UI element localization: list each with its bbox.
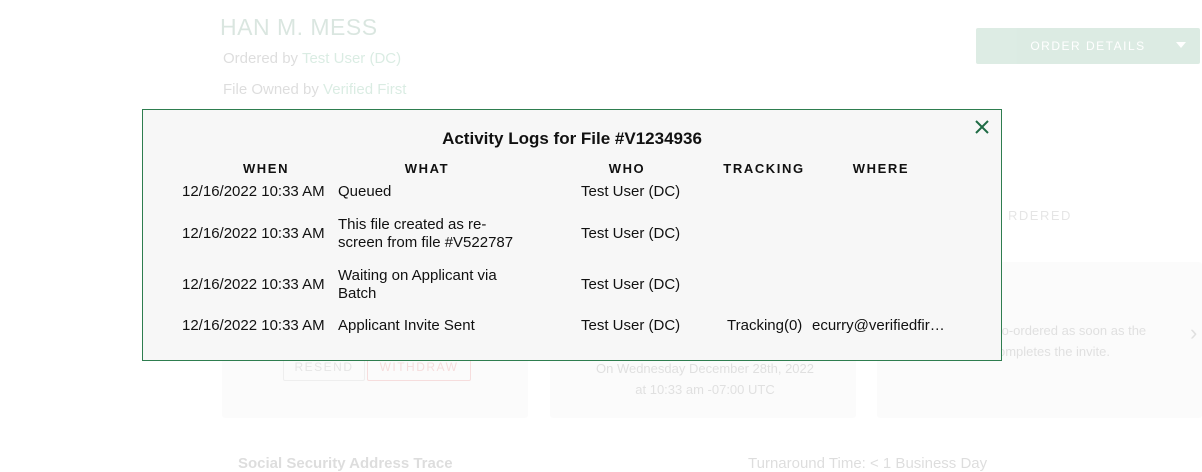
modal-title: Activity Logs for File #V1234936 [442, 129, 702, 148]
column-header-tracking: TRACKING [723, 161, 805, 176]
activity-logs-modal: Activity Logs for File #V1234936 WHEN WH… [142, 109, 1002, 361]
row-what-line-2: Batch [338, 285, 377, 302]
row-when: 12/16/2022 10:33 AM [182, 317, 325, 334]
ordered-by-label: Ordered by [223, 50, 299, 67]
row-where: ecurry@verifiedfir… [812, 317, 945, 334]
column-header-when: WHEN [242, 161, 290, 176]
ordered-by-link[interactable]: Test User (DC) [302, 50, 401, 67]
info-line-1: to-ordered as soon as the [998, 323, 1147, 338]
chevron-right-icon[interactable]: › [1190, 320, 1197, 346]
row-when: 12/16/2022 10:33 AM [182, 276, 325, 293]
caret-down-icon [1176, 42, 1186, 48]
info-text: to-ordered as soon as the ompletes the i… [998, 320, 1198, 362]
row-who: Test User (DC) [581, 317, 681, 334]
schedule-line-1: On Wednesday December 28th, 2022 [595, 361, 814, 376]
row-what-line-1: This file created as re- [338, 216, 487, 233]
row-when: 12/16/2022 10:33 AM [182, 183, 325, 200]
column-header-who: WHO [608, 161, 646, 176]
file-owned-label: File Owned by [223, 81, 319, 98]
info-line-2: ompletes the invite. [998, 344, 1111, 359]
ordered-status-label: RDERED [1008, 208, 1072, 223]
row-what-line-2: screen from file #V522787 [338, 234, 514, 251]
row-what: Queued [338, 183, 392, 200]
applicant-name: HAN M. MESS [220, 14, 378, 40]
row-who: Test User (DC) [581, 183, 681, 200]
row-what: Applicant Invite Sent [338, 317, 475, 334]
ordered-by-line: Ordered by Test User (DC) [223, 50, 401, 67]
schedule-line-2: at 10:33 am -07:00 UTC [635, 382, 775, 397]
order-details-button[interactable]: ORDER DETAILS [976, 28, 1200, 64]
turnaround-time: Turnaround Time: < 1 Business Day [748, 455, 988, 472]
row-when: 12/16/2022 10:33 AM [182, 225, 325, 242]
column-header-where: WHERE [852, 161, 910, 176]
row-who: Test User (DC) [581, 225, 681, 242]
row-what-line-1: Waiting on Applicant via [338, 267, 497, 284]
product-name: Social Security Address Trace [238, 455, 453, 472]
order-details-label: ORDER DETAILS [1030, 39, 1146, 53]
row-tracking-link[interactable]: Tracking(0) [727, 317, 802, 335]
file-owned-line: File Owned by Verified First [223, 81, 406, 98]
row-who: Test User (DC) [581, 276, 681, 293]
column-header-what: WHAT [404, 161, 450, 176]
file-owned-link[interactable]: Verified First [323, 81, 406, 98]
